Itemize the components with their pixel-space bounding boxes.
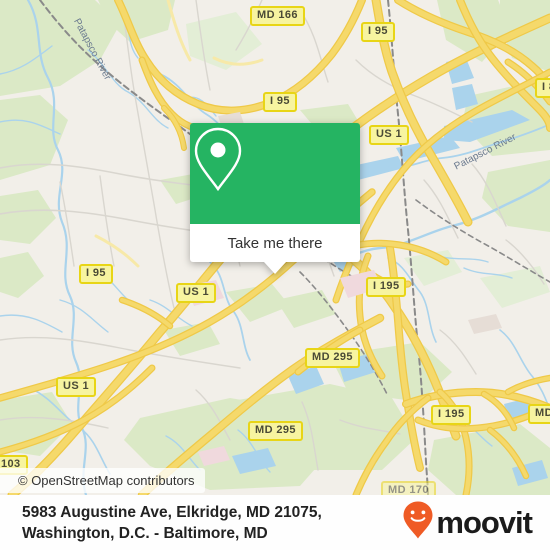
road-shield: I 195 <box>431 405 472 425</box>
map-attribution[interactable]: © OpenStreetMap contributors <box>0 468 205 493</box>
road-shield: MD 295 <box>248 421 303 441</box>
moovit-wordmark: moovit <box>436 505 533 540</box>
road-shield: I 95 <box>263 92 297 112</box>
take-me-there-button[interactable]: Take me there <box>190 224 360 262</box>
take-me-there-label: Take me there <box>227 234 323 252</box>
attribution-text: © OpenStreetMap contributors <box>18 473 195 488</box>
popup-tail <box>264 262 286 274</box>
road-shield: US 1 <box>56 377 97 397</box>
moovit-pin-icon <box>402 500 434 545</box>
road-shield: I 95 <box>79 264 113 284</box>
road-shield: I 95 <box>361 22 395 42</box>
moovit-logo[interactable]: moovit <box>402 500 533 545</box>
address-block: 5983 Augustine Ave, Elkridge, MD 21075, … <box>22 502 322 544</box>
popup-header <box>190 123 360 224</box>
road-shield: I 195 <box>366 277 407 297</box>
road-shield: MD 166 <box>250 6 305 26</box>
road-shield: MD <box>528 404 550 424</box>
road-shield: MD 295 <box>305 348 360 368</box>
address-line-1: 5983 Augustine Ave, Elkridge, MD 21075, <box>22 503 322 521</box>
map-screenshot: .land{fill:#f2efe9;} .green{fill:#dbe9c6… <box>0 0 550 550</box>
road-shield: MD 170 <box>381 481 436 495</box>
road-shield: I 8 <box>535 78 550 98</box>
footer-bar: 5983 Augustine Ave, Elkridge, MD 21075, … <box>0 495 550 550</box>
address-line-2: Washington, D.C. - Baltimore, MD <box>22 524 268 542</box>
location-popup[interactable]: Take me there <box>190 123 360 274</box>
road-shield: US 1 <box>369 125 410 145</box>
map-canvas[interactable]: .land{fill:#f2efe9;} .green{fill:#dbe9c6… <box>0 0 550 495</box>
road-shield: US 1 <box>176 283 217 303</box>
